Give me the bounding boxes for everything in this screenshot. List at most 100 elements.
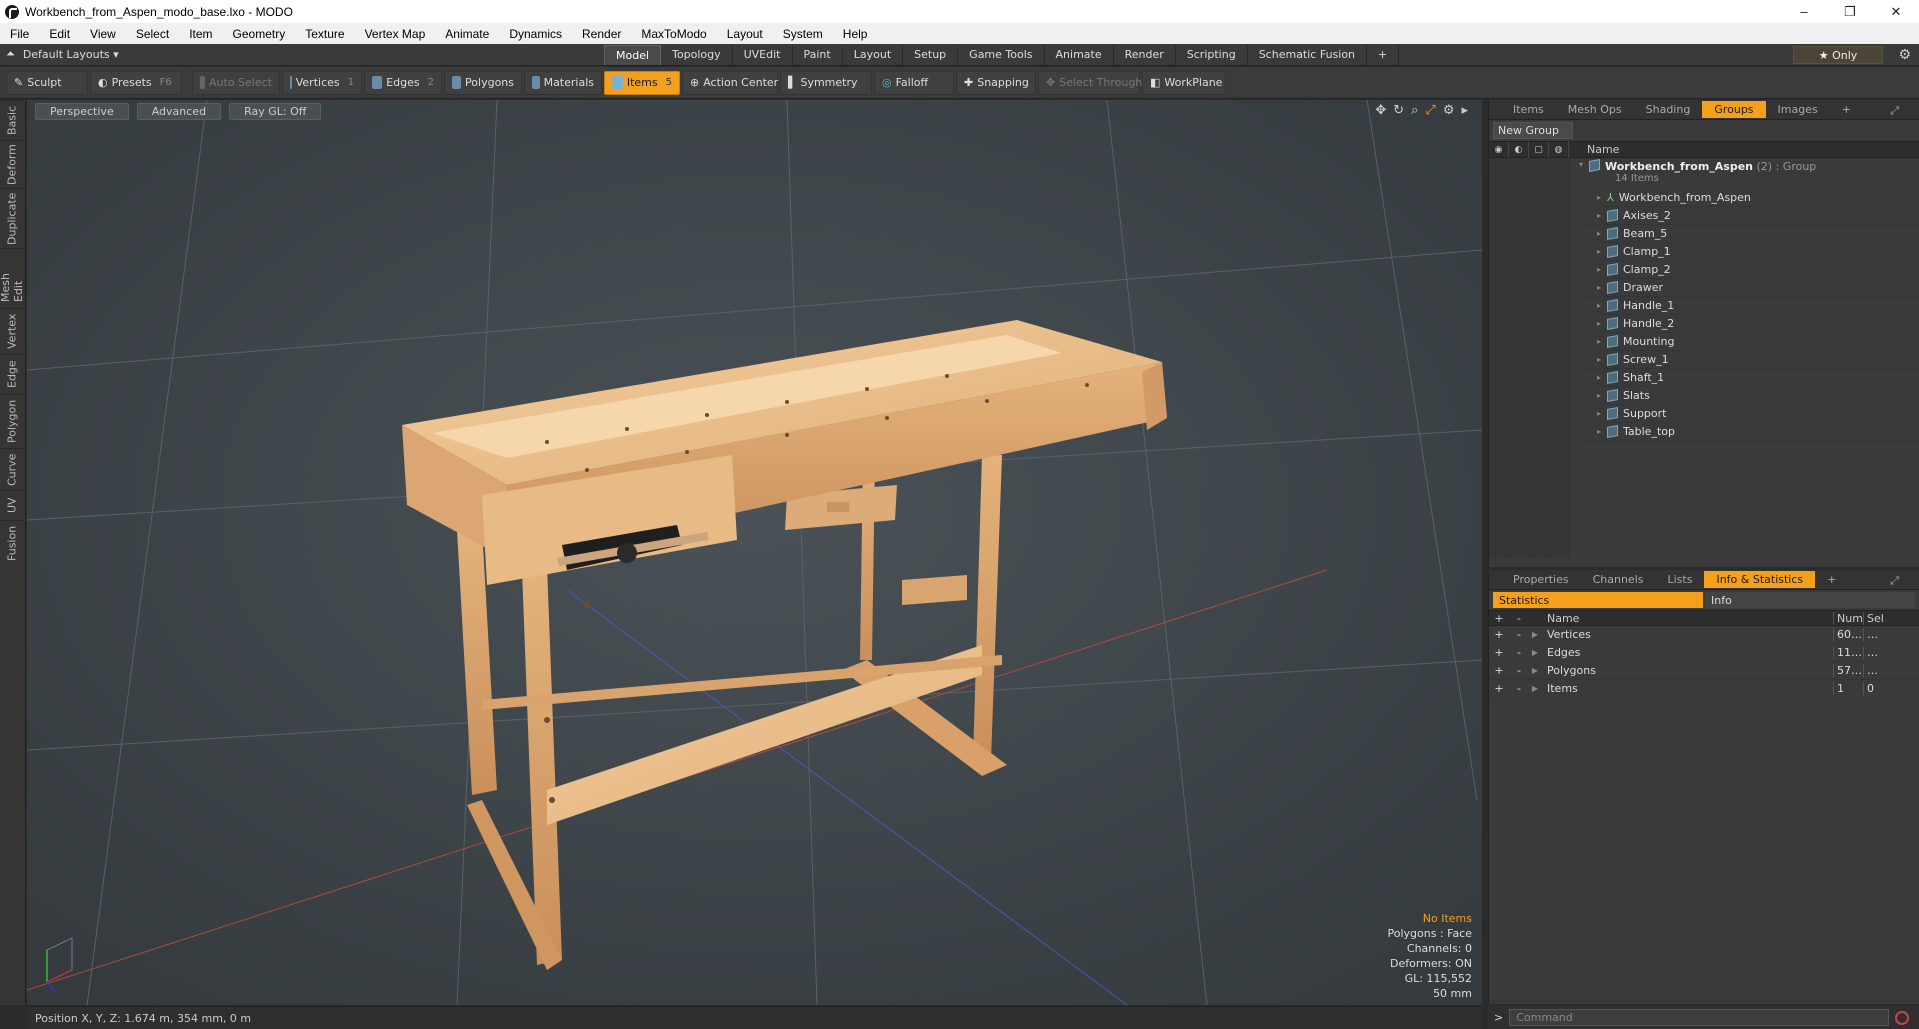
tab-scripting[interactable]: Scripting <box>1176 45 1248 65</box>
eye-icon[interactable]: ◉ <box>1489 141 1509 158</box>
add-icon[interactable]: + <box>1489 628 1509 641</box>
menu-vertex-map[interactable]: Vertex Map <box>355 27 436 41</box>
select-through-button[interactable]: ✥ Select Through <box>1038 70 1142 95</box>
add-column-icon[interactable]: + <box>1489 612 1509 625</box>
list-item[interactable]: ▸ Beam_5 <box>1579 225 1919 243</box>
strip-tab-duplicate[interactable]: Duplicate <box>0 188 24 248</box>
tab-lists[interactable]: Lists <box>1656 571 1705 588</box>
strip-tab-fusion[interactable]: Fusion <box>0 520 24 566</box>
add-panel-tab-button[interactable]: + <box>1815 571 1848 588</box>
list-item[interactable]: ▸ Clamp_2 <box>1579 261 1919 279</box>
zoom-icon[interactable]: ⌕ <box>1411 103 1418 118</box>
expand-icon[interactable]: ▶ <box>1529 630 1541 639</box>
menu-select[interactable]: Select <box>126 27 179 41</box>
menu-help[interactable]: Help <box>833 27 878 41</box>
menu-item[interactable]: Item <box>179 27 222 41</box>
remove-icon[interactable]: - <box>1509 628 1529 641</box>
tab-shading[interactable]: Shading <box>1634 101 1703 118</box>
strip-tab-basic[interactable]: Basic <box>0 100 24 140</box>
add-icon[interactable]: + <box>1489 664 1509 677</box>
menu-system[interactable]: System <box>773 27 833 41</box>
expand-icon[interactable]: ▶ <box>1529 648 1541 657</box>
tab-groups[interactable]: Groups <box>1702 101 1766 118</box>
list-item[interactable]: ▸ Handle_2 <box>1579 315 1919 333</box>
tab-model[interactable]: Model <box>604 45 662 65</box>
list-item[interactable]: ▸ Clamp_1 <box>1579 243 1919 261</box>
add-icon[interactable]: + <box>1489 682 1509 695</box>
list-item[interactable]: ▸ Shaft_1 <box>1579 369 1919 387</box>
menu-texture[interactable]: Texture <box>295 27 354 41</box>
lock-icon[interactable]: ▢ <box>1529 141 1549 158</box>
tab-render[interactable]: Render <box>1114 45 1176 65</box>
tab-mesh-ops[interactable]: Mesh Ops <box>1556 101 1634 118</box>
tab-images[interactable]: Images <box>1766 101 1830 118</box>
menu-file[interactable]: File <box>0 27 39 41</box>
list-item[interactable]: ▸ Screw_1 <box>1579 351 1919 369</box>
list-item[interactable]: ▸ Slats <box>1579 387 1919 405</box>
maximize-button[interactable]: ❐ <box>1827 0 1873 23</box>
menu-render[interactable]: Render <box>572 27 631 41</box>
strip-tab-deform[interactable]: Deform <box>0 140 24 188</box>
expand-icon[interactable]: ▶ <box>1529 684 1541 693</box>
tab-uvedit[interactable]: UVEdit <box>733 45 793 65</box>
strip-tab-vertex[interactable]: Vertex <box>0 308 24 354</box>
list-item[interactable]: ▸ ⅄ Workbench_from_Aspen <box>1579 189 1919 207</box>
tab-game-tools[interactable]: Game Tools <box>958 45 1045 65</box>
items-button[interactable]: Items 5 <box>604 70 680 95</box>
add-tab-button[interactable]: + <box>1367 45 1400 65</box>
menu-animate[interactable]: Animate <box>435 27 499 41</box>
gear-icon[interactable]: ⚙ <box>1898 47 1911 63</box>
expand-icon[interactable]: ▶ <box>1529 666 1541 675</box>
menu-maxtomodo[interactable]: MaxToModo <box>631 27 716 41</box>
remove-icon[interactable]: - <box>1509 682 1529 695</box>
viewport-settings-icon[interactable]: ⚙ <box>1443 103 1455 118</box>
list-item[interactable]: ▸ Support <box>1579 405 1919 423</box>
strip-tab-polygon[interactable]: Polygon <box>0 394 24 448</box>
menu-dynamics[interactable]: Dynamics <box>499 27 572 41</box>
name-column-header[interactable]: Name <box>1579 143 1619 156</box>
menu-geometry[interactable]: Geometry <box>223 27 296 41</box>
add-panel-tab-button[interactable]: + <box>1830 101 1863 118</box>
sel-column-header[interactable]: Sel <box>1863 611 1893 625</box>
info-subtab[interactable]: Info <box>1705 592 1915 608</box>
action-center-button[interactable]: ⊕ Action Center <box>682 70 778 95</box>
workplane-button[interactable]: ◧ WorkPlane <box>1142 70 1226 95</box>
viewport-menu-icon[interactable]: ▸ <box>1461 103 1468 118</box>
new-group-button[interactable]: New Group <box>1493 122 1573 139</box>
close-button[interactable]: ✕ <box>1873 0 1919 23</box>
strip-tab-mesh-edit[interactable]: Mesh Edit <box>0 248 25 308</box>
remove-icon[interactable]: - <box>1509 664 1529 677</box>
vertices-button[interactable]: Vertices 1 <box>282 70 362 95</box>
rotate-icon[interactable]: ↻ <box>1393 103 1404 118</box>
raygl-toggle[interactable]: Ray GL: Off <box>229 102 322 120</box>
sculpt-button[interactable]: ✎ Sculpt <box>6 70 88 95</box>
add-icon[interactable]: + <box>1489 646 1509 659</box>
snapping-button[interactable]: ✚ Snapping <box>956 70 1036 95</box>
tab-animate[interactable]: Animate <box>1045 45 1114 65</box>
tab-layout[interactable]: Layout <box>843 45 904 65</box>
strip-tab-uv[interactable]: UV <box>0 490 24 520</box>
presets-button[interactable]: ◐ Presets F6 <box>90 70 182 95</box>
shading-mode-button[interactable]: Advanced <box>136 102 222 120</box>
tab-items[interactable]: Items <box>1501 101 1556 118</box>
list-item[interactable]: ▸ Handle_1 <box>1579 297 1919 315</box>
tab-info-statistics[interactable]: Info & Statistics <box>1704 571 1816 588</box>
strip-tab-edge[interactable]: Edge <box>0 354 24 394</box>
tab-schematic-fusion[interactable]: Schematic Fusion <box>1248 45 1368 65</box>
symmetry-button[interactable]: ▌ Symmetry <box>780 70 872 95</box>
menu-edit[interactable]: Edit <box>39 27 80 41</box>
tab-topology[interactable]: Topology <box>661 45 733 65</box>
table-row[interactable]: + - ▶ Vertices 60…… <box>1489 626 1919 644</box>
pan-icon[interactable]: ✥ <box>1375 103 1386 118</box>
menu-layout[interactable]: Layout <box>717 27 773 41</box>
tab-setup[interactable]: Setup <box>903 45 959 65</box>
table-row[interactable]: + - ▶ Polygons 57…… <box>1489 662 1919 680</box>
table-row[interactable]: + - ▶ Edges 11…… <box>1489 644 1919 662</box>
expand-panel-icon[interactable]: ⤢ <box>1878 102 1911 120</box>
auto-select-button[interactable]: Auto Select <box>192 70 280 95</box>
render-icon[interactable]: ◐ <box>1509 141 1529 158</box>
default-layouts-dropdown[interactable]: Default Layouts ▾ <box>23 48 119 61</box>
polygons-button[interactable]: Polygons <box>444 70 522 95</box>
record-icon[interactable] <box>1895 1010 1910 1025</box>
view-mode-button[interactable]: Perspective <box>35 102 129 120</box>
